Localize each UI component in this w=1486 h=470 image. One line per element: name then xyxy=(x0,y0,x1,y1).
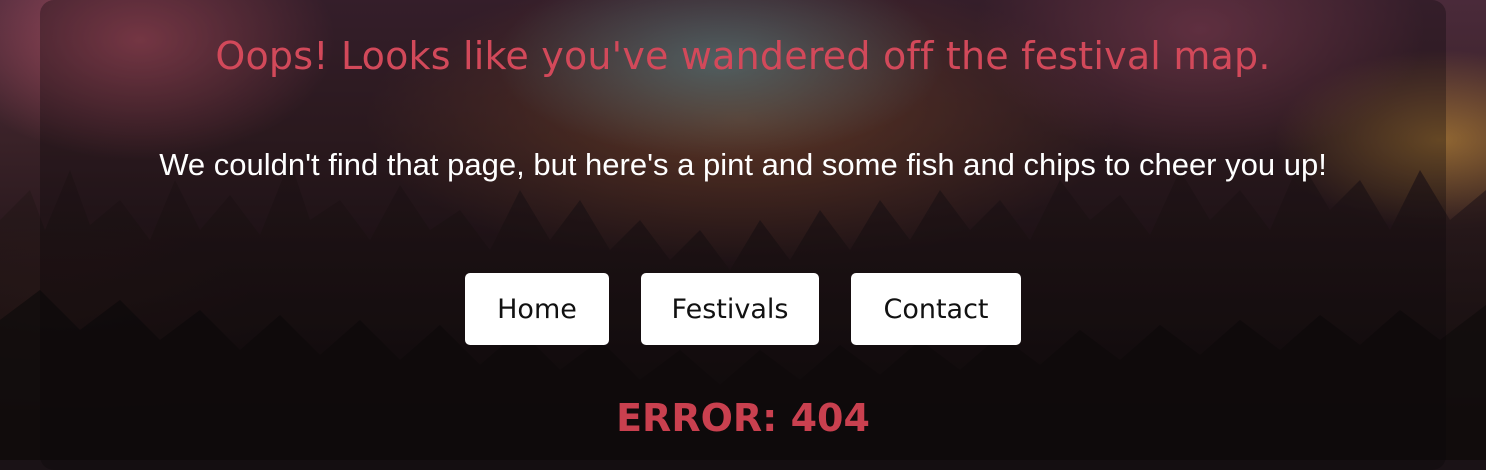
home-button[interactable]: Home xyxy=(465,273,609,345)
error-nav: Home Festivals Contact xyxy=(0,273,1486,345)
page-headline: Oops! Looks like you've wandered off the… xyxy=(215,34,1271,78)
error-message: We couldn't find that page, but here's a… xyxy=(159,147,1327,182)
festivals-button[interactable]: Festivals xyxy=(641,273,819,345)
error-code: ERROR: 404 xyxy=(616,396,870,440)
contact-button[interactable]: Contact xyxy=(851,273,1021,345)
